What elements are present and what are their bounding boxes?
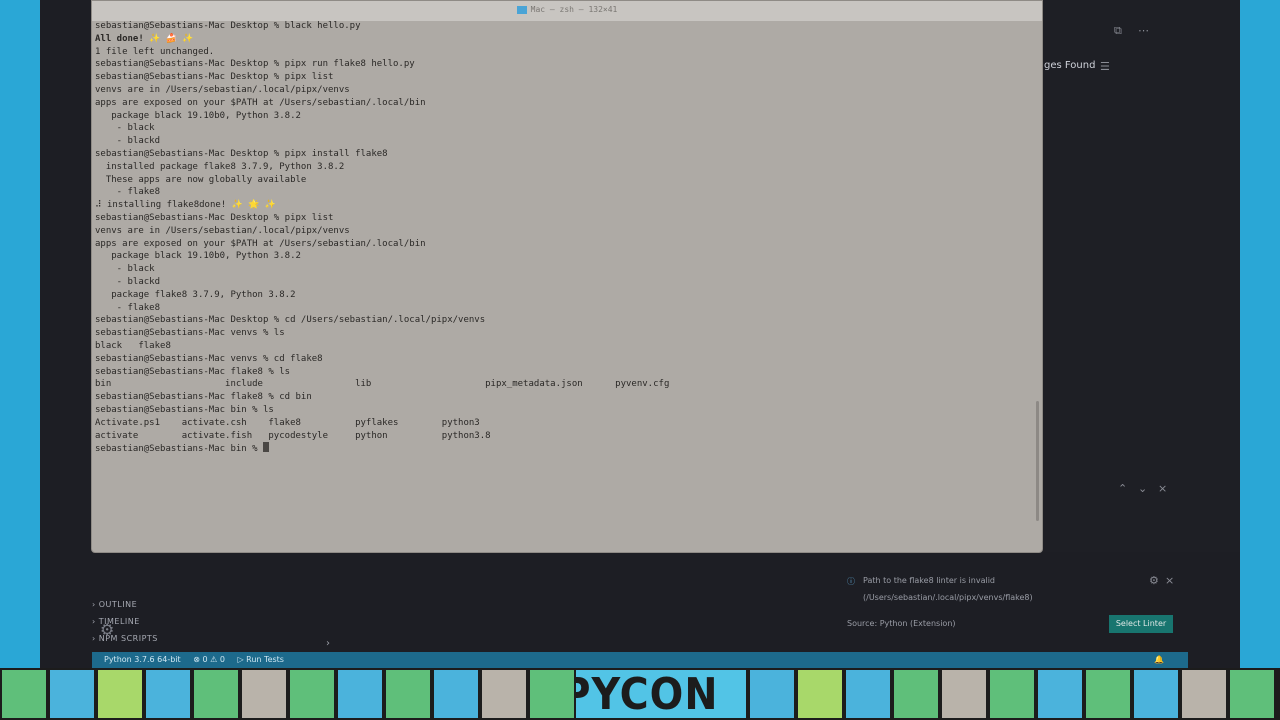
- terminal-line: sebastian@Sebastians-Mac Desktop % black…: [95, 21, 361, 31]
- terminal-line: - flake8: [95, 187, 161, 198]
- notification-source: Source: Python (Extension): [847, 619, 956, 628]
- terminal-line: installed package flake8 3.7.9, Python 3…: [95, 161, 345, 172]
- terminal-title: Mac — zsh — 132×41: [530, 5, 618, 14]
- terminal-line: - blackd: [95, 276, 161, 287]
- panel-close-icon[interactable]: ×: [1158, 482, 1167, 495]
- run-tests-status[interactable]: ▷ Run Tests: [237, 655, 284, 664]
- terminal-line: black flake8: [95, 340, 171, 351]
- banner-tile: [0, 668, 48, 720]
- banner-tile: [48, 668, 96, 720]
- banner-tile: [892, 668, 940, 720]
- terminal-line: apps are exposed on your $PATH at /Users…: [95, 97, 426, 108]
- notification-toast: ⓘ Path to the flake8 linter is invalid (…: [845, 572, 1175, 634]
- banner-tile: [240, 668, 288, 720]
- terminal-line: sebastian@Sebastians-Mac Desktop % pipx …: [95, 72, 334, 83]
- banner-tile: [336, 668, 384, 720]
- banner-tile: [1132, 668, 1180, 720]
- python-interpreter-status[interactable]: Python 3.7.6 64-bit: [104, 655, 181, 664]
- terminal-line: - blackd: [95, 136, 161, 147]
- terminal-line: package black 19.10b0, Python 3.8.2: [95, 110, 301, 121]
- banner-tile: [192, 668, 240, 720]
- terminal-cursor: [262, 442, 269, 453]
- terminal-scrollbar[interactable]: [1036, 401, 1039, 521]
- select-linter-button[interactable]: Select Linter: [1109, 615, 1173, 633]
- banner-tile: [796, 668, 844, 720]
- terminal-line: activate activate.fish pycodestyle pytho…: [95, 430, 491, 441]
- notifications-bell-icon[interactable]: 🔔: [1154, 652, 1164, 668]
- notification-close-icon[interactable]: ×: [1165, 574, 1174, 587]
- banner-tile: [940, 668, 988, 720]
- terminal-line: apps are exposed on your $PATH at /Users…: [95, 238, 426, 249]
- panel-chevron-icon[interactable]: ⌄: [1138, 482, 1147, 495]
- terminal-line: venvs are in /Users/sebastian/.local/pip…: [95, 225, 350, 236]
- banner-tile: [748, 668, 796, 720]
- terminal-line: sebastian@Sebastians-Mac Desktop % pipx …: [95, 59, 415, 70]
- banner-tile: [384, 668, 432, 720]
- editor-right-pane: ⧉ ⋯ ges Found ☰ ⌃ ⌄ ×: [1042, 0, 1240, 560]
- banner-tile: [1036, 668, 1084, 720]
- terminal-line: ⠼ installing flake8done! ✨ 🌟 ✨: [95, 200, 277, 211]
- more-actions-icon[interactable]: ⋯: [1138, 24, 1149, 37]
- banner-tile: [144, 668, 192, 720]
- list-icon[interactable]: ☰: [1100, 60, 1110, 73]
- terminal-output[interactable]: sebastian@Sebastians-Mac Desktop % black…: [95, 20, 1030, 455]
- terminal-line: All done! ✨ 🍰 ✨: [95, 33, 194, 44]
- terminal-line: - black: [95, 123, 155, 134]
- terminal-line: package black 19.10b0, Python 3.8.2: [95, 251, 301, 262]
- terminal-titlebar: Mac — zsh — 132×41: [92, 1, 1042, 21]
- banner-tile: [480, 668, 528, 720]
- notification-message: Path to the flake8 linter is invalid: [863, 576, 995, 585]
- terminal-line: Activate.ps1 activate.csh flake8 pyflake…: [95, 417, 480, 428]
- banner-tile: [1180, 668, 1228, 720]
- banner-tile: [1084, 668, 1132, 720]
- banner-tile: [844, 668, 892, 720]
- info-icon: ⓘ: [847, 577, 855, 586]
- terminal-line: sebastian@Sebastians-Mac Desktop % cd /U…: [95, 315, 486, 326]
- terminal-line: - black: [95, 264, 155, 275]
- terminal-line: sebastian@Sebastians-Mac venvs % cd flak…: [95, 353, 323, 364]
- settings-gear-icon[interactable]: ⚙: [100, 620, 114, 639]
- split-editor-icon[interactable]: ⧉: [1114, 24, 1122, 38]
- banner-tile: [528, 668, 576, 720]
- folder-icon: [516, 5, 527, 14]
- terminal-window[interactable]: Mac — zsh — 132×41 sebastian@Sebastians-…: [91, 0, 1043, 553]
- sidebar-section-outline[interactable]: › OUTLINE: [92, 600, 158, 617]
- terminal-line: These apps are now globally available: [95, 174, 307, 185]
- banner-tile: [1228, 668, 1276, 720]
- terminal-line: sebastian@Sebastians-Mac bin %: [95, 442, 1030, 455]
- pycon-banner: PYCON 2020: [0, 668, 1280, 720]
- changes-message: ges Found: [1044, 60, 1096, 71]
- terminal-line: package flake8 3.7.9, Python 3.8.2: [95, 289, 296, 300]
- terminal-line: sebastian@Sebastians-Mac venvs % ls: [95, 328, 285, 339]
- status-bar: Python 3.7.6 64-bit ⊗ 0 ⚠ 0 ▷ Run Tests …: [92, 652, 1188, 668]
- notification-settings-icon[interactable]: ⚙: [1149, 574, 1159, 587]
- terminal-line: venvs are in /Users/sebastian/.local/pip…: [95, 84, 350, 95]
- banner-tile: [432, 668, 480, 720]
- terminal-line: sebastian@Sebastians-Mac flake8 % ls: [95, 366, 291, 377]
- terminal-line: bin include lib pipx_metadata.json pyven…: [95, 379, 670, 390]
- banner-tile: [988, 668, 1036, 720]
- chevron-right-icon: ›: [326, 638, 330, 649]
- terminal-line: 1 file left unchanged.: [95, 46, 215, 57]
- terminal-line: sebastian@Sebastians-Mac Desktop % pipx …: [95, 148, 388, 159]
- terminal-line: sebastian@Sebastians-Mac bin % ls: [95, 404, 274, 415]
- terminal-line: - flake8: [95, 302, 161, 313]
- problems-status[interactable]: ⊗ 0 ⚠ 0: [193, 655, 225, 664]
- notification-path: (/Users/sebastian/.local/pipx/venvs/flak…: [863, 593, 1033, 602]
- panel-maximize-icon[interactable]: ⌃: [1118, 482, 1127, 495]
- banner-tile: [288, 668, 336, 720]
- banner-tile: [96, 668, 144, 720]
- terminal-line: sebastian@Sebastians-Mac flake8 % cd bin: [95, 392, 312, 403]
- terminal-line: sebastian@Sebastians-Mac Desktop % pipx …: [95, 212, 334, 223]
- banner-tile: [1276, 668, 1280, 720]
